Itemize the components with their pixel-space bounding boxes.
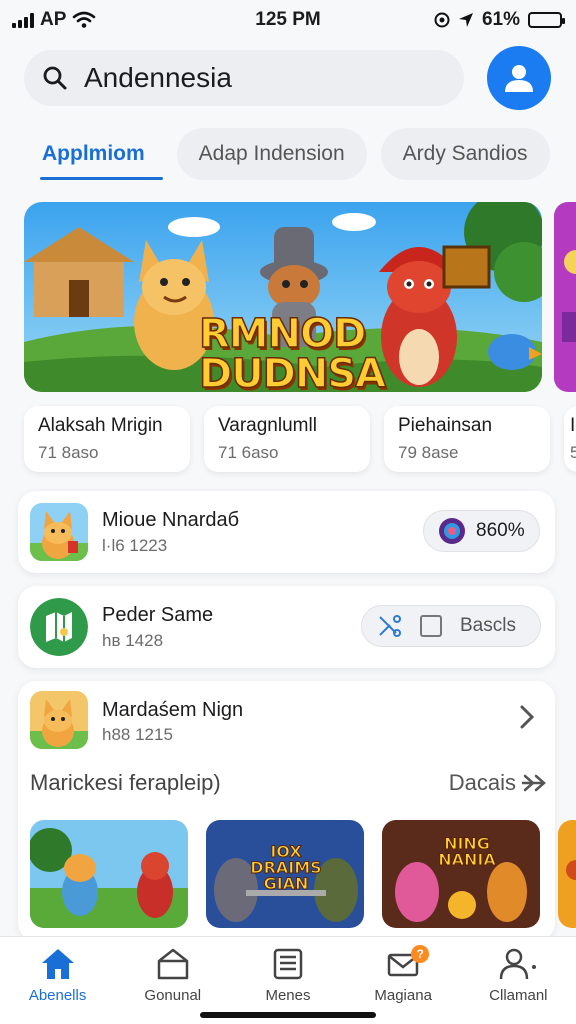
card-title: Varagnlumll xyxy=(218,415,317,436)
location-arrow-icon xyxy=(458,13,473,27)
section-header: Marickesi ferapleip) Dacais xyxy=(30,770,550,796)
wifi-icon xyxy=(73,11,96,28)
checkbox[interactable] xyxy=(420,615,442,637)
card-item[interactable]: Alaksah Mrigin 71 8aso xyxy=(24,406,190,472)
list-item-name: Peder Same xyxy=(102,604,214,626)
nav-item-profile[interactable]: Cllamanl xyxy=(468,947,568,1024)
signal-icon xyxy=(12,12,34,28)
person-icon xyxy=(500,948,537,980)
user-icon xyxy=(505,65,533,92)
nav-label: Cllamanl xyxy=(489,987,548,1004)
card-title: Alaksah Mrigin xyxy=(38,415,163,436)
card-item[interactable]: Piehainsan 79 8ase xyxy=(384,406,550,472)
banner-title-line-2: DUDNSA xyxy=(198,351,387,392)
scissors-icon xyxy=(379,615,401,637)
basics-label: Bascls xyxy=(460,615,516,636)
bottom-navigation: Abenells Gonunal Menes ? Magiana Cllaman… xyxy=(0,936,576,1024)
search-bar[interactable] xyxy=(24,50,464,106)
basics-pill[interactable]: Bascls xyxy=(361,605,541,647)
tab-adap-indension[interactable]: Adap Indension xyxy=(176,128,367,180)
featured-banner[interactable]: RMNOD DUDNSA xyxy=(24,202,542,392)
profile-avatar-button[interactable] xyxy=(487,46,551,110)
nav-label: Gonunal xyxy=(144,987,202,1004)
game-thumbnails: IOX DRAIMS GIAN NING NANIA xyxy=(30,820,576,928)
category-tabs: Applmiom Adap Indension Ardy Sandios xyxy=(24,126,550,182)
card-item[interactable]: Varagnlumll 71 6aso xyxy=(204,406,370,472)
orb-icon xyxy=(439,518,465,544)
home-indicator xyxy=(200,1012,376,1018)
fox-app-icon xyxy=(30,503,88,561)
battery-percent: 61% xyxy=(481,9,520,30)
tab-ardy-sandios[interactable]: Ardy Sandios xyxy=(380,128,550,180)
carrier-label: AP xyxy=(40,9,67,30)
see-more-link[interactable]: Dacais xyxy=(449,770,550,796)
store-icon xyxy=(157,948,189,980)
see-more-label: Dacais xyxy=(448,770,516,795)
status-right: 61% xyxy=(434,9,565,31)
banner-title-line-1: RMNOD xyxy=(198,311,367,357)
game-thumbnail[interactable]: IOX DRAIMS GIAN xyxy=(206,820,364,928)
card-subtitle: 71 6aso xyxy=(218,443,279,462)
progress-pill[interactable]: 860% xyxy=(423,510,540,552)
next-banner-artwork xyxy=(554,202,576,392)
progress-value: 860% xyxy=(476,520,525,541)
card-subtitle: 5 xyxy=(570,443,576,462)
section-title: Marickesi ferapleip) xyxy=(30,770,221,795)
list-item-meta: hв 1428 xyxy=(102,631,164,650)
game-thumbnail[interactable] xyxy=(30,820,188,928)
search-input[interactable] xyxy=(84,62,424,94)
list-item[interactable]: Peder Same hв 1428 Bascls xyxy=(18,586,555,668)
notification-badge: ? xyxy=(411,945,430,963)
next-banner-peek[interactable] xyxy=(554,202,576,392)
tab-applmiom[interactable]: Applmiom xyxy=(24,128,163,180)
quick-cards: Alaksah Mrigin 71 8aso Varagnlumll 71 6a… xyxy=(24,406,576,472)
battery-icon xyxy=(528,12,565,28)
status-left: AP xyxy=(12,9,96,31)
fox-app-icon xyxy=(30,691,88,749)
list-item[interactable]: Mioue Nnardaб l·l6 1223 860% xyxy=(18,491,555,573)
game-thumbnail[interactable]: NING NANIA xyxy=(382,820,540,928)
game-thumbnail[interactable] xyxy=(558,820,576,928)
card-subtitle: 71 8aso xyxy=(38,443,99,462)
list-item-meta: h88 1215 xyxy=(102,725,173,744)
home-icon xyxy=(41,949,74,979)
thumbnail-title: NING NANIA xyxy=(438,834,497,869)
card-item[interactable]: I 5 xyxy=(564,406,576,472)
thumbnail-artwork xyxy=(558,820,576,928)
screen-record-icon xyxy=(434,12,450,28)
nav-label: Magiana xyxy=(374,987,432,1004)
card-title: Piehainsan xyxy=(398,415,493,436)
search-icon xyxy=(43,66,67,90)
map-app-icon xyxy=(30,598,88,656)
chevron-right-icon[interactable] xyxy=(518,703,536,731)
thumbnail-title: IOX DRAIMS GIAN xyxy=(250,842,322,893)
card-title: I xyxy=(570,415,576,436)
card-subtitle: 79 8ase xyxy=(398,443,459,462)
thumbnail-artwork xyxy=(30,820,188,928)
status-bar: AP 125 PM 61% xyxy=(0,0,576,40)
list-item-meta: l·l6 1223 xyxy=(102,536,168,555)
nav-item-home[interactable]: Abenells xyxy=(8,947,108,1024)
double-chevron-right-icon xyxy=(522,774,546,792)
nav-label: Abenells xyxy=(28,987,87,1004)
banner-title: RMNOD DUDNSA xyxy=(198,311,387,392)
list-icon xyxy=(273,948,303,980)
list-item-name: Mioue Nnardaб xyxy=(102,509,240,531)
list-item-name: Mardaśem Nign xyxy=(102,699,244,721)
nav-label: Menes xyxy=(265,987,311,1004)
